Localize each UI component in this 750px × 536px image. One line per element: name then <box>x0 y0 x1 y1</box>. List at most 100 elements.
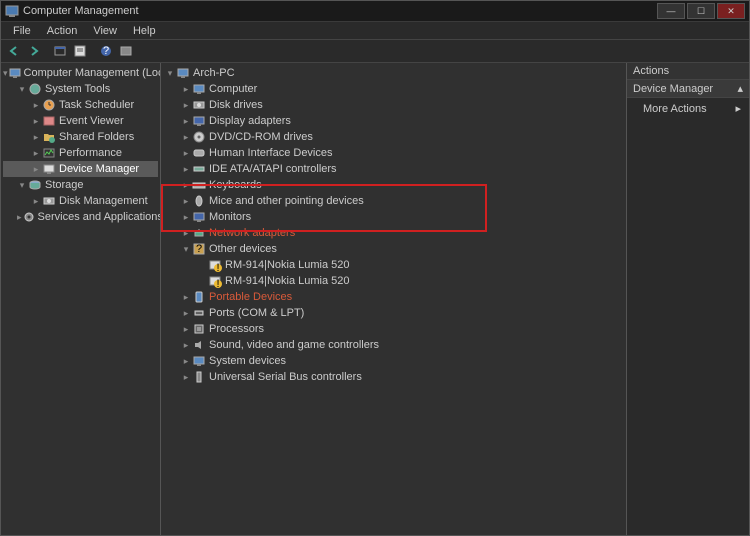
unknown-icon: ? <box>191 242 207 256</box>
tree-performance[interactable]: ▸Performance <box>3 145 158 161</box>
expand-icon[interactable]: ▸ <box>31 116 41 127</box>
expand-icon[interactable]: ▸ <box>181 324 191 335</box>
toolbar: ? <box>1 39 749 63</box>
close-button[interactable]: ✕ <box>717 3 745 19</box>
refresh-button[interactable] <box>117 42 135 60</box>
tree-label: Network adapters <box>209 227 295 239</box>
device-cat-display-adapters[interactable]: ▸Display adapters <box>163 113 624 129</box>
computer-icon <box>191 82 207 96</box>
tree-disk-management[interactable]: ▸ Disk Management <box>3 193 158 209</box>
menu-action[interactable]: Action <box>39 25 86 37</box>
minimize-button[interactable]: — <box>657 3 685 19</box>
device-cat-processors[interactable]: ▸Processors <box>163 321 624 337</box>
device-cat-mice-and-other-pointing-devices[interactable]: ▸ Mice and other pointing devices <box>163 193 624 209</box>
device-cat-monitors[interactable]: ▸Monitors <box>163 209 624 225</box>
tree-label: Disk Management <box>59 195 148 207</box>
disk-icon <box>41 194 57 208</box>
left-tree-panel[interactable]: ▾Computer Management (Local)▾System Tool… <box>1 63 161 535</box>
expand-icon[interactable]: ▸ <box>181 116 191 127</box>
tree-label: Mice and other pointing devices <box>209 195 364 207</box>
expand-icon[interactable]: ▾ <box>165 68 175 79</box>
usb-icon <box>191 370 207 384</box>
expand-icon[interactable]: ▸ <box>31 196 41 207</box>
device-cat-portable-devices[interactable]: ▸Portable Devices <box>163 289 624 305</box>
tree-label: Task Scheduler <box>59 99 134 111</box>
expand-icon[interactable]: ▸ <box>31 132 41 143</box>
tree-label: RM-914|Nokia Lumia 520 <box>225 259 350 271</box>
device-cat-ide-ata-atapi-controllers[interactable]: ▸IDE ATA/ATAPI controllers <box>163 161 624 177</box>
expand-icon[interactable]: ▸ <box>181 84 191 95</box>
tree-system-tools[interactable]: ▾System Tools <box>3 81 158 97</box>
device-cat-sound-video-and-game-controllers[interactable]: ▸Sound, video and game controllers <box>163 337 624 353</box>
tree-shared-folders[interactable]: ▸Shared Folders <box>3 129 158 145</box>
expand-icon[interactable]: ▸ <box>181 228 191 239</box>
perf-icon <box>41 146 57 160</box>
device-root[interactable]: ▾Arch-PC <box>163 65 624 81</box>
expand-icon[interactable]: ▸ <box>31 100 41 111</box>
expand-icon[interactable]: ▸ <box>181 340 191 351</box>
device-tree-panel[interactable]: ▾Arch-PC▸Computer▸Disk drives▸Display ad… <box>161 63 627 535</box>
tree-label: Device Manager <box>59 163 139 175</box>
expand-icon[interactable]: ▸ <box>31 148 41 159</box>
device-cat-dvd-cd-rom-drives[interactable]: ▸DVD/CD-ROM drives <box>163 129 624 145</box>
tree-services-and-applications[interactable]: ▸Services and Applications <box>3 209 158 225</box>
actions-category-label: Device Manager <box>633 83 713 95</box>
actions-more[interactable]: More Actions ▸ <box>627 98 749 119</box>
tree-storage[interactable]: ▾ Storage <box>3 177 158 193</box>
menu-file[interactable]: File <box>5 25 39 37</box>
device-cat-system-devices[interactable]: ▸System devices <box>163 353 624 369</box>
tree-label: Storage <box>45 179 84 191</box>
svg-text:?: ? <box>196 243 202 255</box>
device-item[interactable]: !RM-914|Nokia Lumia 520 <box>163 257 624 273</box>
expand-icon[interactable]: ▸ <box>181 372 191 383</box>
tree-label: Services and Applications <box>38 211 161 223</box>
properties-button[interactable] <box>71 42 89 60</box>
device-cat-computer[interactable]: ▸Computer <box>163 81 624 97</box>
shared-icon <box>41 130 57 144</box>
device-cat-disk-drives[interactable]: ▸Disk drives <box>163 97 624 113</box>
tree-task-scheduler[interactable]: ▸ Task Scheduler <box>3 97 158 113</box>
computer-icon <box>175 66 191 80</box>
expand-icon[interactable]: ▸ <box>31 164 41 175</box>
forward-button[interactable] <box>25 42 43 60</box>
menu-help[interactable]: Help <box>125 25 164 37</box>
expand-icon[interactable]: ▸ <box>181 292 191 303</box>
menu-view[interactable]: View <box>85 25 125 37</box>
device-cat-keyboards[interactable]: ▸ Keyboards <box>163 177 624 193</box>
help-button[interactable]: ? <box>97 42 115 60</box>
tree-label: Universal Serial Bus controllers <box>209 371 362 383</box>
expand-icon[interactable]: ▸ <box>181 212 191 223</box>
expand-icon[interactable]: ▾ <box>181 244 191 255</box>
app-icon <box>5 4 19 18</box>
device-cat-network-adapters[interactable]: ▸ Network adapters <box>163 225 624 241</box>
tree-device-manager[interactable]: ▸ Device Manager <box>3 161 158 177</box>
expand-icon[interactable]: ▸ <box>181 100 191 111</box>
expand-icon[interactable]: ▸ <box>181 132 191 143</box>
device-cat-human-interface-devices[interactable]: ▸Human Interface Devices <box>163 145 624 161</box>
device-cat-universal-serial-bus-controllers[interactable]: ▸ Universal Serial Bus controllers <box>163 369 624 385</box>
device-cat-ports-com-lpt-[interactable]: ▸Ports (COM & LPT) <box>163 305 624 321</box>
device-cat-other-devices[interactable]: ▾?Other devices <box>163 241 624 257</box>
maximize-button[interactable]: ☐ <box>687 3 715 19</box>
tree-label: Keyboards <box>209 179 262 191</box>
warn-icon: ! <box>207 258 223 272</box>
expand-icon[interactable]: ▸ <box>181 196 191 207</box>
collapse-icon: ▴ <box>737 82 743 95</box>
svg-text:?: ? <box>103 45 109 57</box>
device-item[interactable]: !RM-914|Nokia Lumia 520 <box>163 273 624 289</box>
tree-root[interactable]: ▾Computer Management (Local) <box>3 65 158 81</box>
tree-event-viewer[interactable]: ▸Event Viewer <box>3 113 158 129</box>
back-button[interactable] <box>5 42 23 60</box>
up-button[interactable] <box>51 42 69 60</box>
devmgr-icon <box>41 162 57 176</box>
expand-icon[interactable]: ▸ <box>181 164 191 175</box>
actions-more-label: More Actions <box>643 103 707 115</box>
expand-icon[interactable]: ▾ <box>17 180 27 191</box>
expand-icon[interactable]: ▾ <box>17 84 27 95</box>
expand-icon[interactable]: ▸ <box>181 180 191 191</box>
actions-category[interactable]: Device Manager ▴ <box>627 80 749 98</box>
expand-icon[interactable]: ▸ <box>181 148 191 159</box>
expand-icon[interactable]: ▸ <box>181 356 191 367</box>
expand-icon[interactable]: ▸ <box>181 308 191 319</box>
storage-icon <box>27 178 43 192</box>
